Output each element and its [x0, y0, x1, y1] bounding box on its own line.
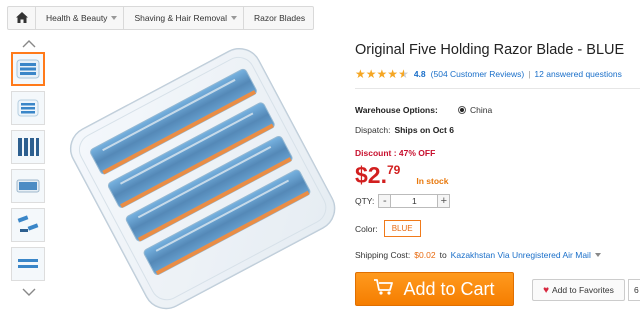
star-icon: ★ [387, 67, 399, 81]
rating-row: ★ ★ ★ ★ ★ 4.8 (504 Customer Reviews) | 1… [355, 68, 622, 80]
divider [355, 88, 640, 89]
rating-value: 4.8 [413, 69, 426, 79]
star-half-icon: ★ [398, 67, 409, 81]
caret-down-icon [111, 16, 118, 20]
thumbnail-4[interactable] [11, 169, 45, 203]
shipping-destination-link[interactable]: Kazakhstan Via Unregistered Air Mail [451, 250, 591, 260]
caret-down-icon[interactable] [594, 253, 601, 257]
quantity-input[interactable] [391, 194, 438, 208]
price-row: $2. 79 In stock [355, 162, 448, 188]
breadcrumb: Health & Beauty Shaving & Hair Removal R… [7, 6, 315, 30]
star-icon: ★ [376, 67, 388, 81]
gallery-down-button[interactable] [11, 286, 47, 300]
thumbnail-6[interactable] [11, 247, 45, 281]
thumbnail-gallery [11, 38, 47, 300]
price-whole: $2. [355, 162, 387, 188]
warehouse-radio[interactable] [458, 106, 466, 114]
breadcrumb-item-razor-blades[interactable]: Razor Blades [244, 7, 313, 29]
shipping-cost: $0.02 [414, 250, 436, 260]
warehouse-row: Warehouse Options: China [355, 105, 492, 115]
color-option-blue[interactable]: BLUE [383, 220, 421, 237]
cart-icon [374, 278, 394, 300]
heart-icon: ♥ [543, 284, 550, 296]
dispatch-value: Ships on Oct 6 [394, 125, 454, 135]
product-main-image [58, 40, 342, 312]
product-title: Original Five Holding Razor Blade - BLUE [355, 42, 625, 58]
quantity-decrease-button[interactable]: - [378, 194, 392, 208]
home-icon [15, 11, 28, 25]
discount-text: Discount : 47% OFF [355, 148, 436, 158]
shipping-row: Shipping Cost: $0.02 to Kazakhstan Via U… [355, 250, 601, 260]
thumbnail-5[interactable] [11, 208, 45, 242]
stock-status: In stock [416, 176, 449, 186]
quantity-label: QTY: [355, 196, 375, 206]
breadcrumb-label: Razor Blades [254, 13, 306, 23]
breadcrumb-home[interactable] [8, 7, 36, 29]
star-icon: ★ [365, 67, 377, 81]
favorites-count: 6 [628, 279, 640, 301]
thumbnail-3[interactable] [11, 130, 45, 164]
chevron-down-icon [22, 288, 36, 298]
color-row: Color: BLUE [355, 220, 421, 237]
dispatch-row: Dispatch: Ships on Oct 6 [355, 125, 454, 135]
chevron-up-icon [22, 40, 36, 50]
star-icon: ★ [355, 67, 366, 81]
add-to-cart-button[interactable]: Add to Cart [355, 272, 514, 306]
breadcrumb-item-health-beauty[interactable]: Health & Beauty [36, 7, 125, 29]
quantity-row: QTY: - + [355, 194, 451, 208]
add-to-favorites-label: Add to Favorites [552, 285, 614, 295]
questions-link[interactable]: 12 answered questions [534, 69, 621, 79]
warehouse-value: China [470, 105, 493, 115]
dispatch-label: Dispatch: [355, 125, 391, 135]
thumbnail-2[interactable] [11, 91, 45, 125]
breadcrumb-label: Health & Beauty [46, 13, 108, 23]
shipping-to: to [439, 250, 447, 260]
shipping-label: Shipping Cost: [355, 250, 411, 260]
add-to-favorites-button[interactable]: ♥ Add to Favorites [532, 279, 625, 301]
price-cents: 79 [386, 163, 401, 177]
thumbnail-1[interactable] [11, 52, 45, 86]
rating-stars: ★ ★ ★ ★ ★ [355, 68, 409, 80]
warehouse-label: Warehouse Options: [355, 105, 438, 115]
add-to-cart-label: Add to Cart [403, 278, 495, 299]
reviews-link[interactable]: (504 Customer Reviews) [431, 69, 525, 79]
breadcrumb-label: Shaving & Hair Removal [134, 13, 228, 23]
color-label: Color: [355, 223, 378, 234]
breadcrumb-item-shaving[interactable]: Shaving & Hair Removal [124, 7, 245, 29]
rating-separator: | [528, 69, 531, 79]
caret-down-icon [231, 16, 238, 20]
quantity-increase-button[interactable]: + [437, 194, 451, 208]
gallery-up-button[interactable] [11, 38, 47, 52]
